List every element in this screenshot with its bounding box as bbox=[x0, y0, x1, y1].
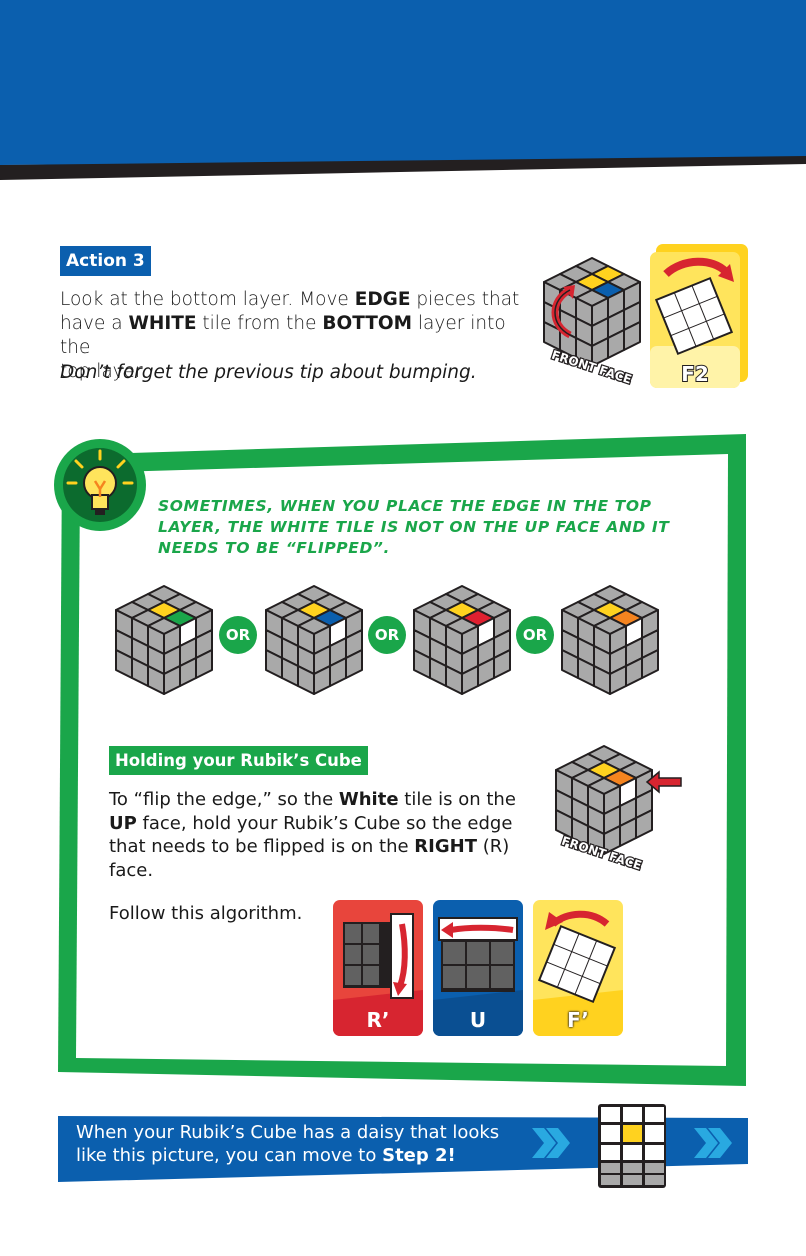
daisy-cube bbox=[598, 1104, 666, 1188]
holding-front-face-text: FRONT FACE bbox=[560, 834, 643, 873]
flip-cube-3 bbox=[413, 585, 511, 695]
lightbulb-icon bbox=[54, 439, 146, 531]
flip-cube-4 bbox=[561, 585, 659, 695]
holding-instructions: To “flip the edge,” so the White tile is… bbox=[109, 789, 516, 881]
move-card-f-prime: F’ bbox=[533, 900, 623, 1036]
double-chevron-icon-2 bbox=[694, 1128, 732, 1158]
or-badge-1: OR bbox=[219, 616, 257, 654]
holding-front-face-label: FRONT FACE bbox=[559, 832, 645, 874]
move-label-r-prime: R’ bbox=[366, 1008, 390, 1032]
action-tip: Don’t forget the previous tip about bump… bbox=[60, 362, 477, 383]
f2-label: F2 bbox=[681, 362, 709, 386]
f2-card-graphic: F2 bbox=[650, 244, 748, 388]
or-badge-2: OR bbox=[368, 616, 406, 654]
front-face-label: FRONT FACE bbox=[549, 346, 635, 388]
header-band bbox=[0, 0, 806, 180]
move-card-r-prime: R’ bbox=[333, 900, 423, 1036]
move-card-u: U bbox=[433, 900, 523, 1036]
front-face-text: FRONT FACE bbox=[550, 348, 633, 387]
action-rotate-arrow-icon bbox=[551, 285, 575, 339]
tip-heading: Sometimes, when you place the edge in th… bbox=[158, 497, 670, 557]
algorithm-intro: Follow this algorithm. bbox=[109, 903, 303, 924]
holding-arrow-icon bbox=[645, 770, 682, 794]
flip-cube-2 bbox=[265, 585, 363, 695]
flip-cube-1 bbox=[115, 585, 213, 695]
footer-text: When your Rubik’s Cube has a daisy that … bbox=[76, 1122, 500, 1166]
move-label-f-prime: F’ bbox=[567, 1008, 589, 1032]
holding-badge: Holding your Rubik’s Cube bbox=[109, 746, 368, 775]
move-label-u: U bbox=[469, 1008, 487, 1032]
or-badge-3: OR bbox=[516, 616, 554, 654]
action-badge: Action 3 bbox=[60, 246, 151, 276]
double-chevron-icon bbox=[532, 1128, 570, 1158]
